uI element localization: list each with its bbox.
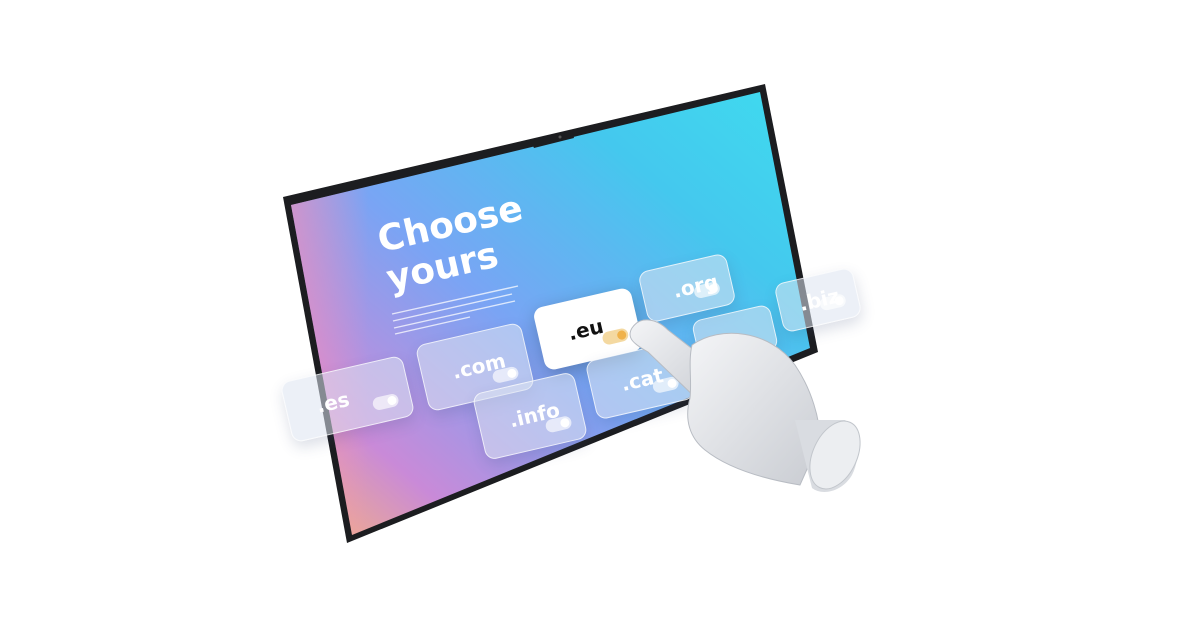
pointing-hand-icon [629, 319, 861, 492]
hero-illustration: Choose yours .es .com .eu .org .biz .inf… [0, 0, 1200, 630]
